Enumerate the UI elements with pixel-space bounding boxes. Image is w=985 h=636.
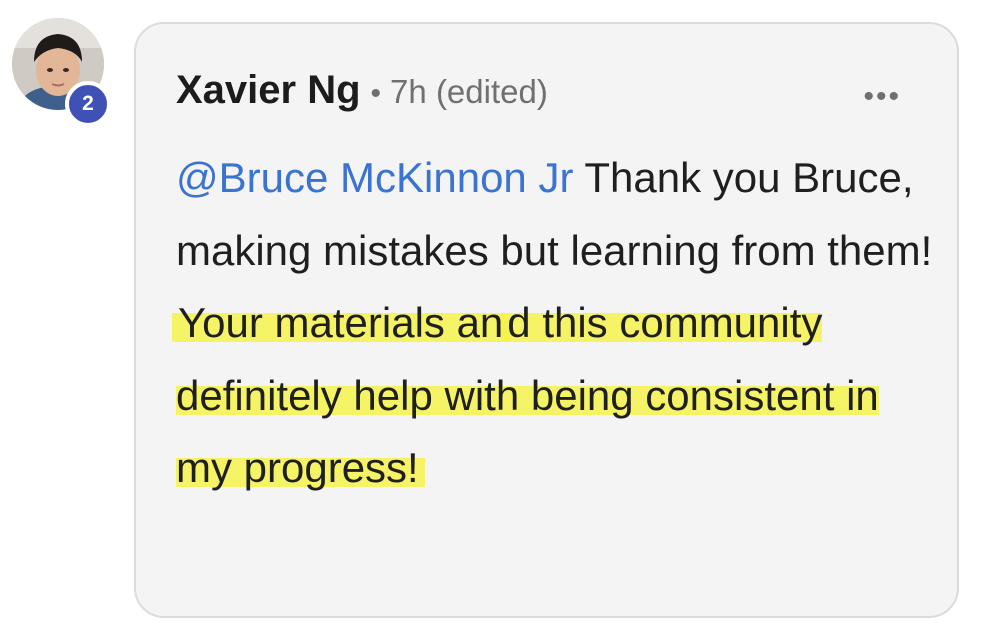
edited-text: (edited) <box>435 73 548 110</box>
more-options-icon[interactable]: ••• <box>863 80 901 114</box>
comment-card: Xavier Ng • 7h (edited) ••• @Bruce McKin… <box>134 22 959 618</box>
separator-dot: • <box>370 77 382 110</box>
author-name[interactable]: Xavier Ng <box>176 68 361 113</box>
timestamp: 7h <box>390 73 427 110</box>
author-avatar-group[interactable]: 2 <box>12 18 111 127</box>
edited-label: (edited) <box>427 73 548 111</box>
mention-link[interactable]: @Bruce McKinnon Jr <box>176 154 573 201</box>
comment-header: Xavier Ng • 7h (edited) <box>176 68 548 113</box>
highlighted-text-lead: Your materials an <box>172 299 510 346</box>
rank-badge: 2 <box>65 81 111 127</box>
comment-body: @Bruce McKinnon Jr Thank you Bruce, maki… <box>172 142 946 505</box>
comment-screen: 2 Xavier Ng • 7h (edited) ••• @Bruce McK… <box>0 0 985 636</box>
